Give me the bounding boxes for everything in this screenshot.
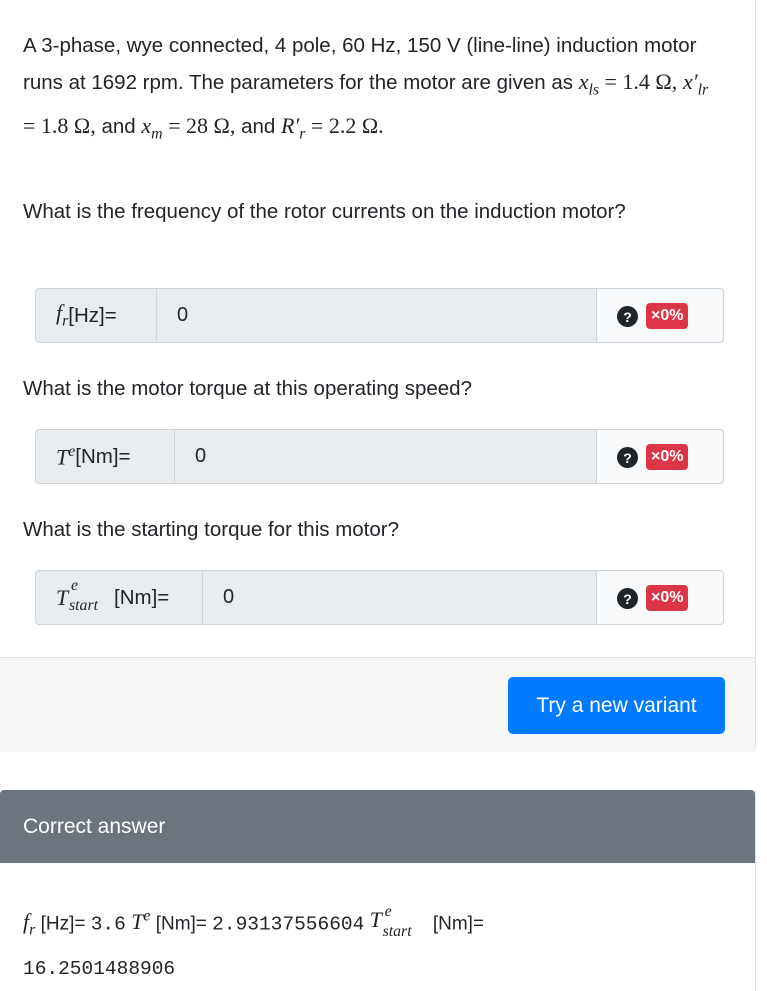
- tstart-symbol: T e start: [369, 903, 412, 941]
- part-3-input[interactable]: 0: [203, 571, 597, 624]
- part-3-answer-group: T e start [Nm]= 0 ? ×0%: [35, 570, 724, 625]
- te-unit: [Nm]=: [155, 913, 207, 935]
- xls-expression: xls = 1.4 Ω,: [578, 69, 678, 99]
- part-3-label: T e start [Nm]=: [36, 571, 203, 624]
- part-1-prompt: What is the frequency of the rotor curre…: [23, 200, 626, 223]
- part-2-label: Te [Nm]=: [36, 430, 175, 483]
- correct-answer-body: fr [Hz]= 3.6 Te [Nm]= 2.93137556604 T e …: [23, 898, 723, 988]
- part-3-prompt: What is the starting torque for this mot…: [23, 518, 399, 541]
- tstart-value: 16.2501488906: [23, 957, 176, 980]
- part-2-badges: ? ×0%: [596, 430, 723, 483]
- question-text: A 3-phase, wye connected, 4 pole, 60 Hz,…: [23, 28, 723, 153]
- help-icon[interactable]: ?: [617, 588, 638, 609]
- question-footer: Try a new variant: [0, 657, 755, 752]
- help-icon[interactable]: ?: [617, 447, 638, 468]
- part-2-prompt: What is the motor torque at this operati…: [23, 377, 472, 400]
- help-icon[interactable]: ?: [617, 306, 638, 327]
- correct-answer-header: Correct answer: [0, 790, 755, 863]
- te-symbol: Te: [131, 908, 151, 935]
- question-card: A 3-phase, wye connected, 4 pole, 60 Hz,…: [0, 0, 756, 752]
- fr-symbol: fr: [23, 909, 36, 939]
- xm-expression: xm = 28 Ω,: [141, 113, 236, 143]
- rr-expression: R′r = 2.2 Ω.: [280, 113, 384, 143]
- and-text-2: and: [241, 115, 276, 139]
- and-text-1: and: [101, 115, 136, 139]
- try-new-variant-button[interactable]: Try a new variant: [508, 677, 725, 734]
- te-value: 2.93137556604: [212, 913, 365, 936]
- score-badge: ×0%: [646, 444, 689, 470]
- fr-unit: [Hz]=: [40, 913, 86, 935]
- score-badge: ×0%: [646, 303, 689, 329]
- part-1-label: fr [Hz]=: [36, 289, 157, 342]
- part-1-input[interactable]: 0: [157, 289, 597, 342]
- correct-answer-card: Correct answer fr [Hz]= 3.6 Te [Nm]= 2.9…: [0, 790, 756, 991]
- tstart-unit: [Nm]=: [432, 913, 485, 935]
- part-1-badges: ? ×0%: [596, 289, 723, 342]
- part-2-answer-group: Te [Nm]= 0 ? ×0%: [35, 429, 724, 484]
- score-badge: ×0%: [646, 585, 689, 611]
- part-2-input[interactable]: 0: [175, 430, 597, 483]
- fr-value: 3.6: [90, 913, 126, 936]
- part-1-answer-group: fr [Hz]= 0 ? ×0%: [35, 288, 724, 343]
- part-3-badges: ? ×0%: [596, 571, 723, 624]
